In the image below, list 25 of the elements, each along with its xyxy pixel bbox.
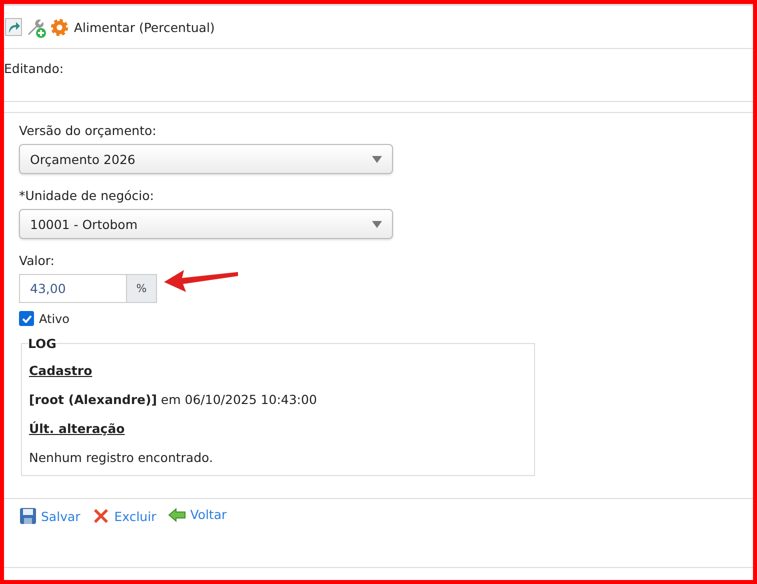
- page-title: Alimentar (Percentual): [74, 20, 215, 34]
- checkbox-label: Ativo: [39, 312, 70, 326]
- back-button[interactable]: Voltar: [168, 507, 227, 522]
- dropdown[interactable]: 10001 - Ortobom: [19, 209, 393, 239]
- log-heading: Últ. alteração: [29, 421, 126, 436]
- save-button[interactable]: Salvar: [19, 507, 80, 525]
- field-label: *Unidade de negócio:: [19, 188, 155, 203]
- field-label: Versão do orçamento:: [19, 123, 158, 138]
- dropdown[interactable]: Orçamento 2026: [19, 144, 393, 174]
- shortcut-icon[interactable]: [5, 18, 22, 36]
- log-heading: Cadastro: [29, 363, 94, 378]
- log-entry: Nenhum registro encontrado.: [29, 450, 214, 465]
- checkmark-icon: [22, 314, 32, 322]
- caret-icon: [372, 156, 382, 162]
- field-label: Valor:: [19, 253, 56, 268]
- delete-button[interactable]: Excluir: [92, 507, 156, 525]
- cross-icon: [92, 507, 110, 525]
- checkbox[interactable]: [19, 311, 34, 326]
- editing-label: Editando:: [4, 49, 753, 102]
- log-legend: LOG: [28, 336, 56, 351]
- left-arrow-icon: [168, 508, 186, 522]
- gear-icon[interactable]: [50, 18, 69, 36]
- unit-addon: %: [126, 274, 157, 303]
- caret-icon: [372, 220, 382, 228]
- log-entry: [root (Alexandre)] em 06/10/2025 10:43:00: [29, 392, 318, 407]
